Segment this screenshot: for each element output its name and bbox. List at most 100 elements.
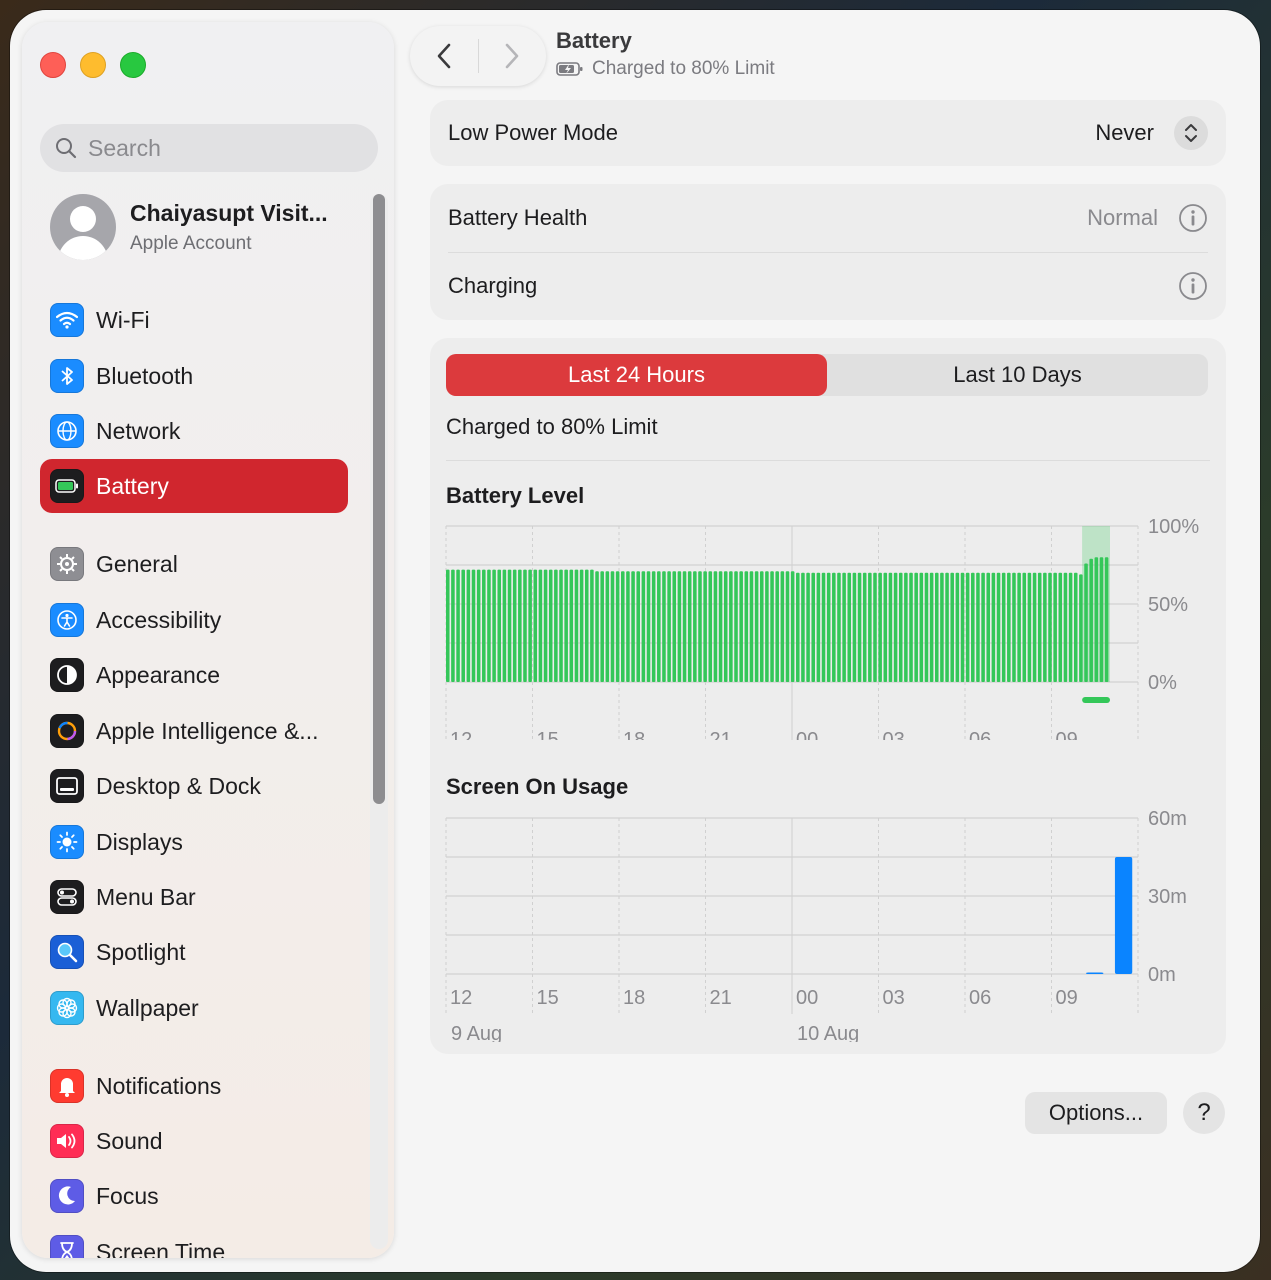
battery-level-bar bbox=[868, 572, 872, 682]
battery-level-bar bbox=[986, 572, 991, 682]
low-power-select[interactable]: Never bbox=[1095, 116, 1208, 150]
chevron-right-icon bbox=[505, 43, 519, 69]
battery-level-bar bbox=[1027, 572, 1032, 682]
sidebar-item-label: Apple Intelligence &... bbox=[96, 717, 319, 744]
screen-on-usage-chart: 12 15 18 21 00 03 06 09 60m 30m 0m 9 Aug 10 Aug bbox=[445, 808, 1187, 1042]
window-title: Battery bbox=[556, 28, 632, 53]
battery-level-bar bbox=[1043, 572, 1047, 682]
battery-level-bar bbox=[1099, 557, 1104, 682]
sidebar-item-network[interactable]: Network bbox=[40, 404, 348, 458]
battery-level-bar bbox=[1089, 558, 1093, 682]
battery-level-bar bbox=[909, 572, 913, 682]
battery-level-bar bbox=[955, 572, 960, 682]
search-input[interactable] bbox=[88, 134, 348, 162]
bell-icon bbox=[50, 1069, 84, 1103]
sidebar-item-wi-fi[interactable]: Wi-Fi bbox=[40, 293, 348, 347]
forward-button[interactable] bbox=[479, 26, 547, 86]
battery-level-bar bbox=[924, 572, 929, 682]
battery-level-bar bbox=[636, 571, 640, 682]
info-icon[interactable] bbox=[1178, 271, 1208, 301]
sidebar-item-notifications[interactable]: Notifications bbox=[40, 1059, 348, 1113]
x-tick-label: 03 bbox=[883, 729, 905, 740]
battery-level-bar bbox=[512, 569, 517, 682]
sidebar-item-label: Battery bbox=[96, 472, 169, 499]
info-icon[interactable] bbox=[1178, 203, 1208, 233]
sidebar-item-displays[interactable]: Displays bbox=[40, 815, 348, 869]
sidebar-item-general[interactable]: General bbox=[40, 537, 348, 591]
battery-level-bar bbox=[492, 569, 496, 682]
sidebar-item-screen-time[interactable]: Screen Time bbox=[40, 1225, 348, 1258]
x-tick-label: 09 bbox=[1056, 987, 1078, 1009]
sidebar-item-label: Appearance bbox=[96, 661, 221, 688]
sidebar-item-sound[interactable]: Sound bbox=[40, 1114, 348, 1168]
help-button[interactable]: ? bbox=[1183, 1092, 1225, 1134]
sidebar-item-accessibility[interactable]: Accessibility bbox=[40, 593, 348, 647]
sidebar-item-apple-intelligence[interactable]: Apple Intelligence &... bbox=[40, 704, 348, 758]
y-tick-label: 50% bbox=[1148, 594, 1188, 616]
battery-level-bar bbox=[1068, 572, 1073, 682]
sidebar-item-bluetooth[interactable]: Bluetooth bbox=[40, 349, 348, 403]
battery-level-bar bbox=[554, 569, 558, 682]
apple-account[interactable]: Chaiyasupt Visit... Apple Account bbox=[50, 194, 328, 260]
battery-level-bar bbox=[708, 571, 713, 682]
minimize-button[interactable] bbox=[80, 52, 106, 78]
battery-level-bar bbox=[590, 569, 594, 682]
appearance-icon bbox=[50, 658, 84, 692]
charging-indicator bbox=[1082, 697, 1110, 703]
close-button[interactable] bbox=[40, 52, 66, 78]
tab-last-24-hours[interactable]: Last 24 Hours bbox=[446, 354, 827, 396]
battery-level-bar bbox=[1032, 572, 1037, 682]
menubar-icon bbox=[50, 880, 84, 914]
battery-level-bar bbox=[584, 569, 589, 682]
battery-level-bar bbox=[837, 572, 841, 682]
battery-level-bar bbox=[667, 571, 671, 682]
battery-level-bar bbox=[718, 571, 723, 682]
scrollbar-thumb[interactable] bbox=[373, 194, 385, 804]
search-field[interactable] bbox=[40, 124, 378, 172]
low-power-value: Never bbox=[1095, 120, 1154, 145]
battery-health-value: Normal bbox=[1087, 205, 1158, 230]
battery-level-bar bbox=[646, 571, 651, 682]
y-tick-label: 30m bbox=[1148, 886, 1187, 908]
time-range-segmented-control: Last 24 Hours Last 10 Days bbox=[446, 354, 1208, 396]
y-tick-label: 0% bbox=[1148, 672, 1177, 694]
sidebar-item-focus[interactable]: Focus bbox=[40, 1169, 348, 1223]
battery-level-bar bbox=[821, 572, 826, 682]
sidebar-item-label: Wi-Fi bbox=[96, 306, 150, 333]
speaker-icon bbox=[50, 1124, 84, 1158]
battery-health-label: Battery Health bbox=[448, 205, 588, 230]
battery-level-bar bbox=[734, 571, 738, 682]
sidebar-item-desktop-dock[interactable]: Desktop & Dock bbox=[40, 759, 348, 813]
sidebar-item-menu-bar[interactable]: Menu Bar bbox=[40, 870, 348, 924]
tab-last-10-days[interactable]: Last 10 Days bbox=[827, 354, 1208, 396]
apple-intelligence-icon bbox=[50, 714, 84, 748]
battery-level-bar bbox=[873, 572, 877, 682]
sidebar-scrollbar[interactable] bbox=[370, 194, 388, 1249]
sidebar-item-wallpaper[interactable]: Wallpaper bbox=[40, 981, 348, 1035]
sidebar-item-spotlight[interactable]: Spotlight bbox=[40, 925, 348, 979]
health-card: Battery Health Normal Charging bbox=[430, 184, 1226, 320]
battery-level-bar bbox=[960, 572, 965, 682]
sidebar-item-battery[interactable]: Battery bbox=[40, 459, 348, 513]
up-down-chevron-icon[interactable] bbox=[1174, 116, 1208, 150]
battery-level-bar bbox=[682, 571, 687, 682]
window-subtitle: Charged to 80% Limit bbox=[592, 58, 775, 79]
zoom-button[interactable] bbox=[120, 52, 146, 78]
battery-level-bar bbox=[878, 572, 882, 682]
y-tick-label: 100% bbox=[1148, 516, 1199, 538]
x-tick-label: 15 bbox=[537, 729, 559, 740]
back-button[interactable] bbox=[410, 26, 478, 86]
accessibility-icon bbox=[50, 603, 84, 637]
battery-charging-icon bbox=[556, 62, 583, 76]
charging-row: Charging bbox=[448, 252, 1208, 320]
sidebar-item-label: Screen Time bbox=[96, 1238, 226, 1259]
sidebar-item-appearance[interactable]: Appearance bbox=[40, 648, 348, 702]
battery-level-bar bbox=[801, 572, 805, 682]
battery-level-bar bbox=[595, 571, 599, 682]
options-button[interactable]: Options... bbox=[1025, 1092, 1167, 1134]
settings-window: Chaiyasupt Visit... Apple Account Wi-Fi B… bbox=[10, 10, 1260, 1272]
low-power-label: Low Power Mode bbox=[448, 120, 618, 145]
magnifier-icon bbox=[50, 935, 84, 969]
sidebar-item-label: Menu Bar bbox=[96, 883, 196, 910]
account-name: Chaiyasupt Visit... bbox=[130, 199, 328, 226]
